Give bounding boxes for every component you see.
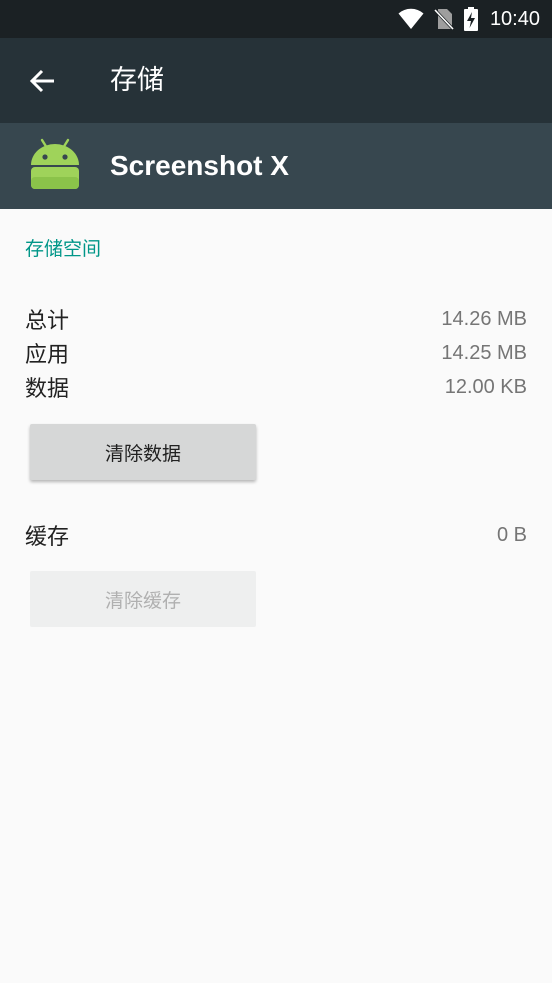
app-size-value: 14.25 MB: [441, 341, 527, 364]
arrow-back-icon: [29, 69, 54, 93]
clear-data-button[interactable]: 清除数据: [30, 424, 256, 480]
status-bar: 10:40: [0, 0, 552, 38]
cache-value: 0 B: [496, 523, 527, 546]
no-sim-icon: [433, 8, 454, 30]
page-title: 存储: [110, 65, 164, 96]
app-name: Screenshot X: [110, 150, 289, 181]
cache-label: 缓存: [25, 525, 70, 550]
status-time: 10:40: [489, 7, 540, 30]
android-icon: [31, 138, 79, 189]
clear-cache-button[interactable]: 清除缓存: [30, 571, 256, 627]
app-header: Screenshot X: [0, 123, 552, 209]
battery-charging-icon: [463, 7, 478, 31]
storage-section-title: 存储空间: [25, 238, 102, 260]
app-size-label: 应用: [25, 343, 70, 368]
data-size-value: 12.00 KB: [444, 375, 527, 398]
total-label: 总计: [25, 309, 70, 334]
app-size-row: 应用 14.25 MB: [25, 336, 527, 370]
wifi-icon: [398, 8, 424, 29]
back-button[interactable]: [18, 58, 66, 104]
data-size-label: 数据: [25, 377, 70, 402]
data-size-row: 数据 12.00 KB: [25, 370, 527, 404]
cache-row: 缓存 0 B: [25, 518, 527, 552]
toolbar: 存储: [0, 38, 552, 123]
status-icons: 10:40: [398, 0, 540, 38]
total-value: 14.26 MB: [441, 307, 527, 330]
total-row: 总计 14.26 MB: [25, 302, 527, 336]
